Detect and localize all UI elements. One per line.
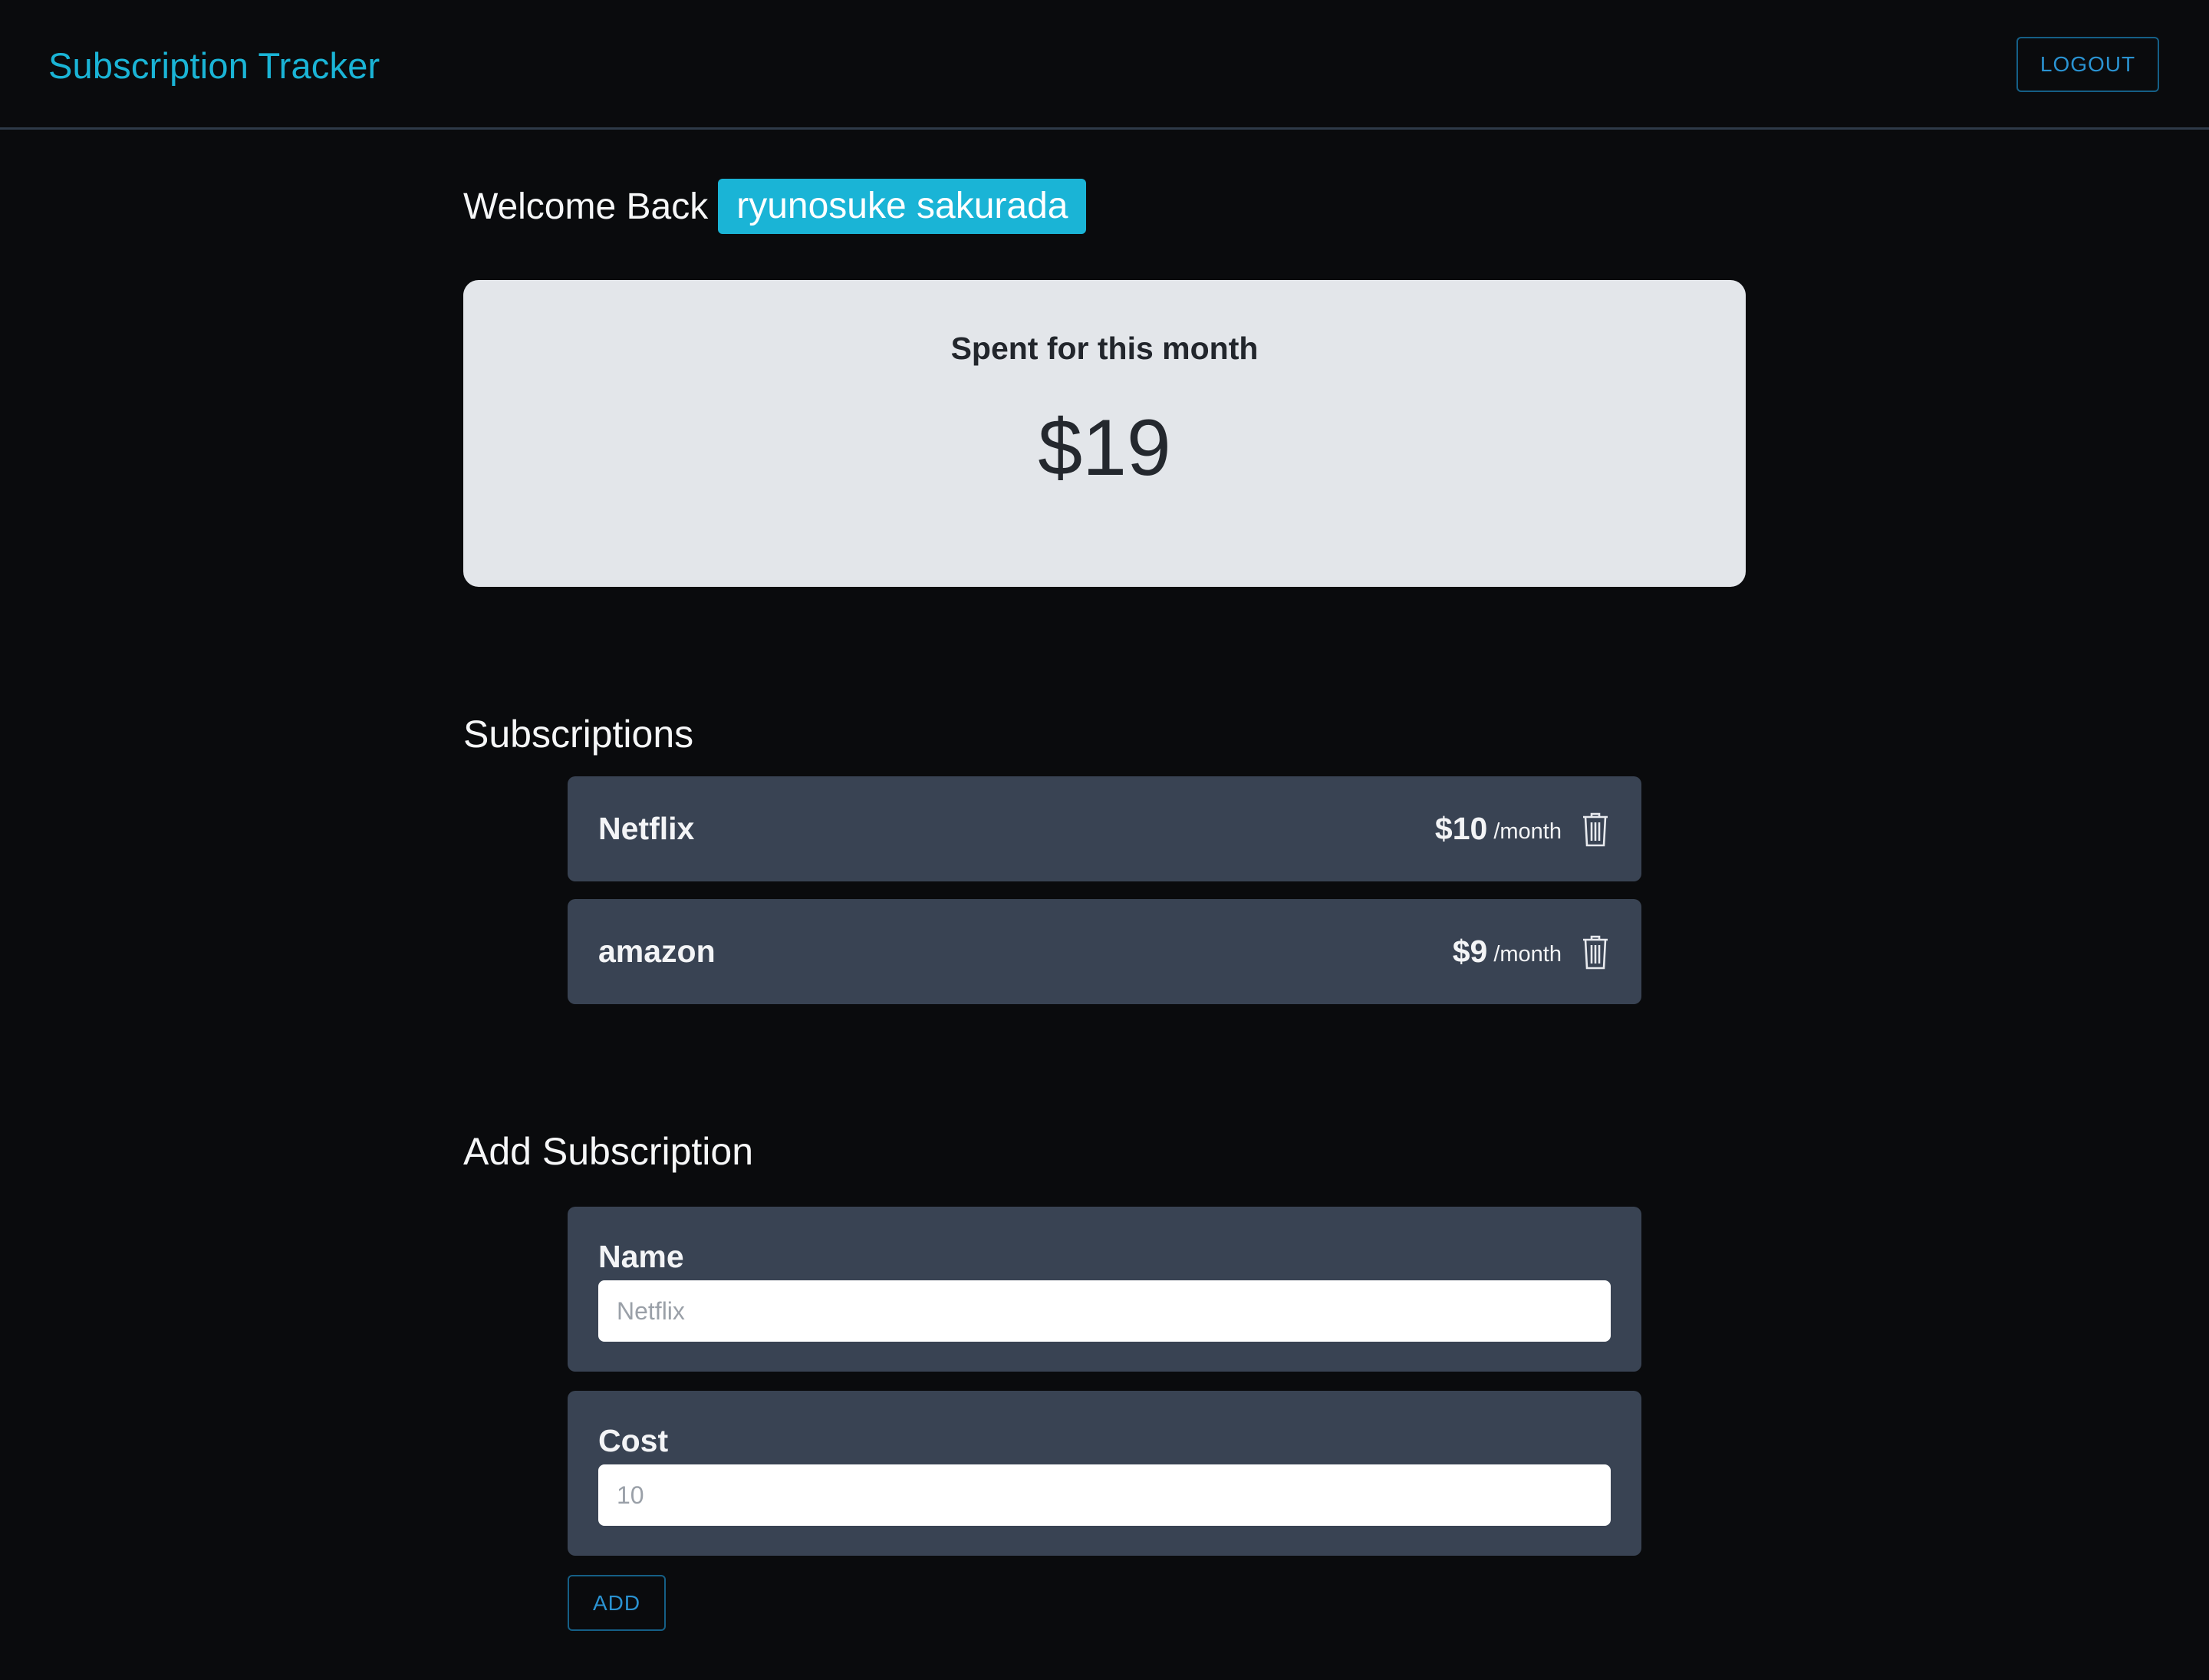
cost-input[interactable] xyxy=(598,1464,1611,1526)
name-field-card: Name xyxy=(568,1207,1641,1372)
subscription-row: Netflix $10 /month xyxy=(568,776,1641,881)
subscription-name: Netflix xyxy=(598,811,695,846)
page: Subscription Tracker LOGOUT Welcome Back… xyxy=(0,0,2209,1680)
trash-icon[interactable] xyxy=(1580,811,1611,848)
spent-amount: $19 xyxy=(1038,404,1171,492)
monthly-spent-card: Spent for this month $19 xyxy=(463,280,1746,587)
subscription-cost: $9 xyxy=(1452,934,1488,969)
subscription-price: $10 /month xyxy=(1435,776,1611,881)
logout-button[interactable]: LOGOUT xyxy=(2016,37,2159,92)
user-name-badge: ryunosuke sakurada xyxy=(718,179,1087,234)
app-header: Subscription Tracker LOGOUT xyxy=(0,0,2209,130)
subscription-cost: $10 xyxy=(1434,811,1488,846)
add-subscription-heading: Add Subscription xyxy=(463,1130,754,1173)
subscription-price: $9 /month xyxy=(1453,899,1611,1004)
cost-label: Cost xyxy=(598,1423,669,1458)
app-title[interactable]: Subscription Tracker xyxy=(48,43,380,89)
name-label: Name xyxy=(598,1239,684,1274)
subscription-period: /month xyxy=(1493,819,1562,844)
welcome-banner: Welcome Back ryunosuke sakurada xyxy=(463,179,1087,234)
cost-field-card: Cost xyxy=(568,1391,1641,1556)
subscription-row: amazon $9 /month xyxy=(568,899,1641,1004)
trash-icon[interactable] xyxy=(1580,934,1611,970)
add-button[interactable]: ADD xyxy=(568,1575,666,1631)
subscription-period: /month xyxy=(1493,942,1562,967)
subscriptions-heading: Subscriptions xyxy=(463,713,694,756)
subscription-name: amazon xyxy=(598,934,716,969)
name-input[interactable] xyxy=(598,1280,1611,1342)
welcome-greeting: Welcome Back xyxy=(463,186,709,227)
spent-title: Spent for this month xyxy=(950,331,1259,366)
